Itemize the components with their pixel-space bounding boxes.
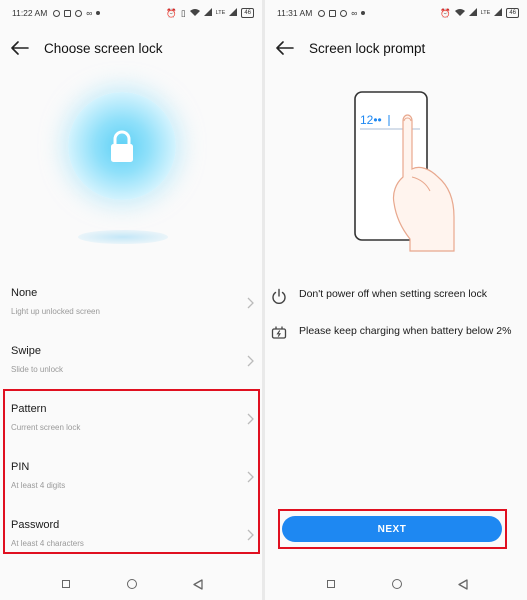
chevron-right-icon [247,355,254,367]
option-sublabel: Slide to unlock [11,365,64,374]
option-label: None [11,287,38,299]
option-sublabel: Light up unlocked screen [11,307,100,316]
system-icons: ⏰ ▯ LTE 46 [166,8,254,19]
arrow-left-icon [276,41,294,55]
status-time: 11:22 AM [12,8,48,18]
notification-icon [53,9,61,17]
app-bar: Screen lock prompt [265,36,527,60]
choose-screen-lock-screen: 11:22 AM ∞ ⏰ ▯ LTE 46 Choose screen lock… [0,0,262,600]
tip-power: Don't power off when setting screen lock [271,288,521,304]
status-bar: 11:22 AM ∞ ⏰ ▯ LTE 46 [12,6,254,20]
orb-shadow [78,230,168,244]
notification-icon [318,9,326,17]
lock-illustration [0,70,262,260]
status-time: 11:31 AM [277,8,313,18]
option-none[interactable]: None Light up unlocked screen [0,278,262,330]
app-icon [340,9,348,17]
signal-text: LTE [215,10,226,16]
back-button[interactable] [275,38,295,58]
option-label: Swipe [11,345,41,357]
recents-button[interactable] [62,580,70,588]
charging-icon [271,326,287,339]
notification-icons: ∞ [318,8,366,18]
signal-icon [203,8,212,18]
alarm-icon: ⏰ [166,7,177,18]
more-notifications-icon [96,11,101,15]
app-icon [75,9,83,17]
page-title: Screen lock prompt [309,40,426,56]
notification-icons: ∞ [53,8,101,18]
lock-icon [111,130,133,162]
tip-charging: Please keep charging when battery below … [271,325,521,341]
home-button[interactable] [127,579,137,589]
pin-entry-text: 12•• [360,113,382,127]
highlight-box [278,509,507,549]
highlight-box [3,389,260,554]
back-nav-button[interactable] [458,579,468,590]
tip-text: Don't power off when setting screen lock [299,288,487,300]
status-bar: 11:31 AM ∞ ⏰ LTE 46 [277,6,519,20]
navigation-bar [265,578,527,592]
more-notifications-icon [361,11,366,15]
screen-lock-prompt-screen: 11:31 AM ∞ ⏰ LTE 46 Screen lock prompt 1… [265,0,527,600]
battery-icon: 46 [506,8,519,18]
signal-icon-2 [494,8,503,18]
navigation-bar [0,578,262,592]
facebook-icon [64,9,72,17]
wifi-icon [189,8,200,18]
vibrate-icon: ▯ [180,7,186,18]
signal-icon [468,8,477,18]
signal-icon-2 [229,8,238,18]
infinity-icon: ∞ [351,8,358,18]
alarm-icon: ⏰ [440,7,451,18]
recents-button[interactable] [327,580,335,588]
app-bar: Choose screen lock [0,36,262,60]
arrow-left-icon [11,41,29,55]
page-title: Choose screen lock [44,40,163,56]
home-button[interactable] [392,579,402,589]
signal-text: LTE [480,10,491,16]
wifi-icon [454,8,465,18]
system-icons: ⏰ LTE 46 [440,8,519,19]
back-button[interactable] [10,38,30,58]
battery-icon: 46 [241,8,254,18]
back-nav-button[interactable] [193,579,203,590]
option-swipe[interactable]: Swipe Slide to unlock [0,336,262,388]
infinity-icon: ∞ [86,8,93,18]
power-icon [272,288,286,304]
phone-hand-illustration: 12•• [354,91,455,252]
facebook-icon [329,9,337,17]
chevron-right-icon [247,297,254,309]
tip-text: Please keep charging when battery below … [299,325,512,337]
